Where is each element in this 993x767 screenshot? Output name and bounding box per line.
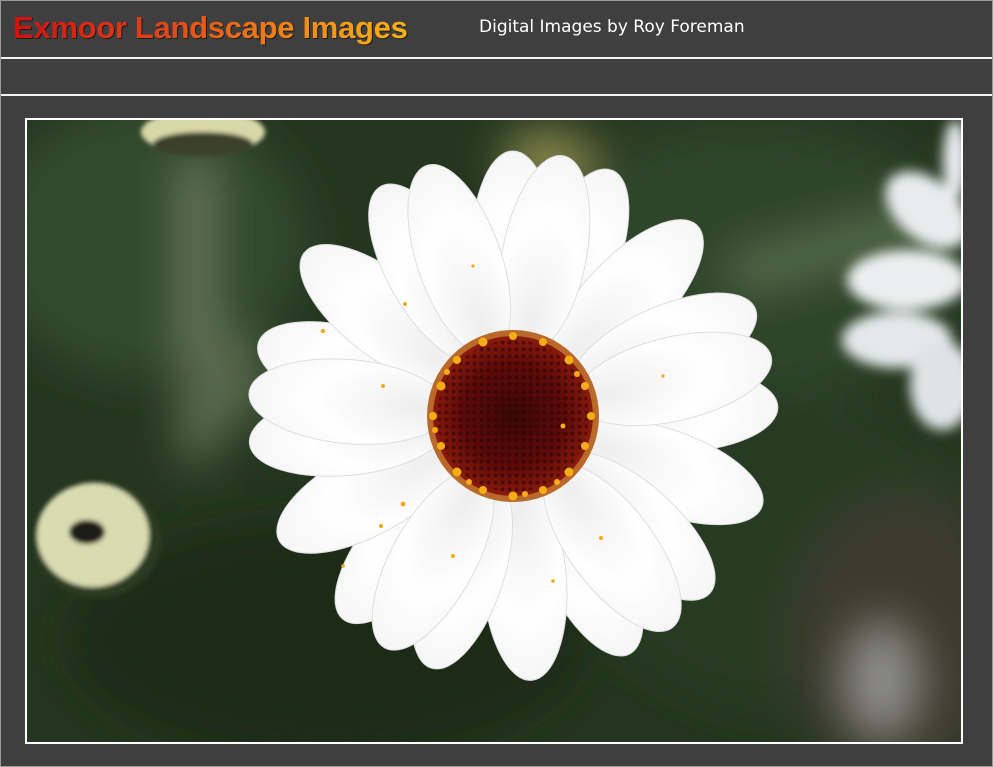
page: Exmoor Landscape Images Digital Images b… <box>0 0 993 767</box>
daisy-photo-image <box>27 120 961 742</box>
site-title[interactable]: Exmoor Landscape Images <box>13 10 408 46</box>
featured-photo[interactable] <box>25 118 963 744</box>
site-header: Exmoor Landscape Images Digital Images b… <box>1 1 992 59</box>
main-content <box>1 96 992 766</box>
site-subtitle: Digital Images by Roy Foreman <box>479 17 745 37</box>
navigation-bar <box>1 59 992 96</box>
